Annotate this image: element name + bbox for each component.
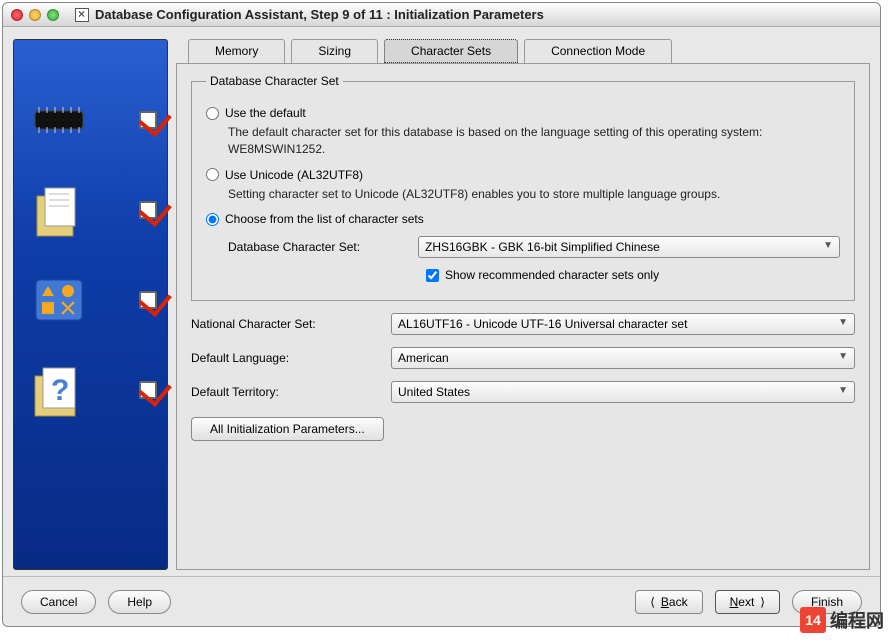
chevron-left-icon: ⟨ <box>650 595 655 609</box>
main-panel: Memory Sizing Character Sets Connection … <box>176 39 870 570</box>
window: Database Configuration Assistant, Step 9… <box>2 2 881 627</box>
shapes-icon <box>24 270 94 330</box>
tab-character-sets[interactable]: Character Sets <box>384 39 518 63</box>
next-button[interactable]: NNextext ⟩ <box>715 590 780 614</box>
national-charset-select[interactable]: AL16UTF16 - Unicode UTF-16 Universal cha… <box>391 313 855 335</box>
all-init-params-button[interactable]: All Initialization Parameters... <box>191 417 384 441</box>
group-legend: Database Character Set <box>206 74 343 88</box>
sidebar-step-2 <box>24 180 157 240</box>
option-unicode-desc: Setting character set to Unicode (AL32UT… <box>228 186 840 203</box>
window-body: ? Memory Sizing Character Sets Connectio… <box>3 27 880 576</box>
tab-memory[interactable]: Memory <box>188 39 285 63</box>
radio-label: Choose from the list of character sets <box>225 212 424 226</box>
checkbox-recommended-only[interactable] <box>426 269 439 282</box>
db-charset-select[interactable]: ZHS16GBK - GBK 16-bit Simplified Chinese <box>418 236 840 258</box>
db-charset-label: Database Character Set: <box>228 240 408 254</box>
recommended-only-row[interactable]: Show recommended character sets only <box>426 268 840 282</box>
wizard-sidebar: ? <box>13 39 168 570</box>
radio-choose-list[interactable] <box>206 213 219 226</box>
svg-text:?: ? <box>51 374 69 407</box>
option-use-unicode[interactable]: Use Unicode (AL32UTF8) <box>206 168 840 182</box>
radio-use-unicode[interactable] <box>206 168 219 181</box>
checkmark-icon <box>139 381 157 399</box>
zoom-icon[interactable] <box>47 9 59 21</box>
database-charset-group: Database Character Set Use the default T… <box>191 74 855 301</box>
default-territory-select[interactable]: United States <box>391 381 855 403</box>
default-territory-label: Default Territory: <box>191 385 381 399</box>
db-charset-row: Database Character Set: ZHS16GBK - GBK 1… <box>228 236 840 258</box>
checkmark-icon <box>139 111 157 129</box>
default-territory-value: United States <box>398 385 470 399</box>
national-charset-row: National Character Set: AL16UTF16 - Unic… <box>191 313 855 335</box>
watermark-text: 编程网 <box>830 607 884 633</box>
chevron-right-icon: ⟩ <box>760 595 765 609</box>
tab-sizing[interactable]: Sizing <box>291 39 378 63</box>
checkmark-icon <box>139 291 157 309</box>
app-icon <box>75 8 89 22</box>
option-use-default[interactable]: Use the default <box>206 106 840 120</box>
sidebar-step-4: ? <box>24 360 157 420</box>
radio-use-default[interactable] <box>206 107 219 120</box>
sidebar-step-1 <box>24 90 157 150</box>
checkmark-icon <box>139 201 157 219</box>
close-icon[interactable] <box>11 9 23 21</box>
default-language-value: American <box>398 351 449 365</box>
default-language-label: Default Language: <box>191 351 381 365</box>
tab-bar: Memory Sizing Character Sets Connection … <box>188 39 870 63</box>
minimize-icon[interactable] <box>29 9 41 21</box>
option-choose-list[interactable]: Choose from the list of character sets <box>206 212 840 226</box>
default-language-row: Default Language: American <box>191 347 855 369</box>
radio-label: Use Unicode (AL32UTF8) <box>225 168 363 182</box>
radio-label: Use the default <box>225 106 306 120</box>
default-territory-row: Default Territory: United States <box>191 381 855 403</box>
national-charset-label: National Character Set: <box>191 317 381 331</box>
footer: Cancel Help ⟨ BBackack NNextext ⟩ Finish… <box>3 576 880 626</box>
tab-panel: Database Character Set Use the default T… <box>176 63 870 570</box>
window-title-text: Database Configuration Assistant, Step 9… <box>95 7 544 22</box>
window-controls <box>11 9 59 21</box>
watermark-badge: 14 <box>800 607 826 633</box>
national-charset-value: AL16UTF16 - Unicode UTF-16 Universal cha… <box>398 317 687 331</box>
window-title: Database Configuration Assistant, Step 9… <box>75 7 544 22</box>
db-charset-value: ZHS16GBK - GBK 16-bit Simplified Chinese <box>425 240 660 254</box>
default-language-select[interactable]: American <box>391 347 855 369</box>
watermark: 14 编程网 <box>800 607 884 633</box>
tab-connection-mode[interactable]: Connection Mode <box>524 39 672 63</box>
sidebar-step-3 <box>24 270 157 330</box>
cancel-button[interactable]: Cancel <box>21 590 96 614</box>
question-folder-icon: ? <box>24 360 94 420</box>
checkbox-label: Show recommended character sets only <box>445 268 659 282</box>
help-button[interactable]: Help <box>108 590 171 614</box>
chip-icon <box>24 90 94 150</box>
documents-icon <box>24 180 94 240</box>
option-default-desc: The default character set for this datab… <box>228 124 840 158</box>
back-button[interactable]: ⟨ BBackack <box>635 590 702 614</box>
titlebar: Database Configuration Assistant, Step 9… <box>3 3 880 27</box>
